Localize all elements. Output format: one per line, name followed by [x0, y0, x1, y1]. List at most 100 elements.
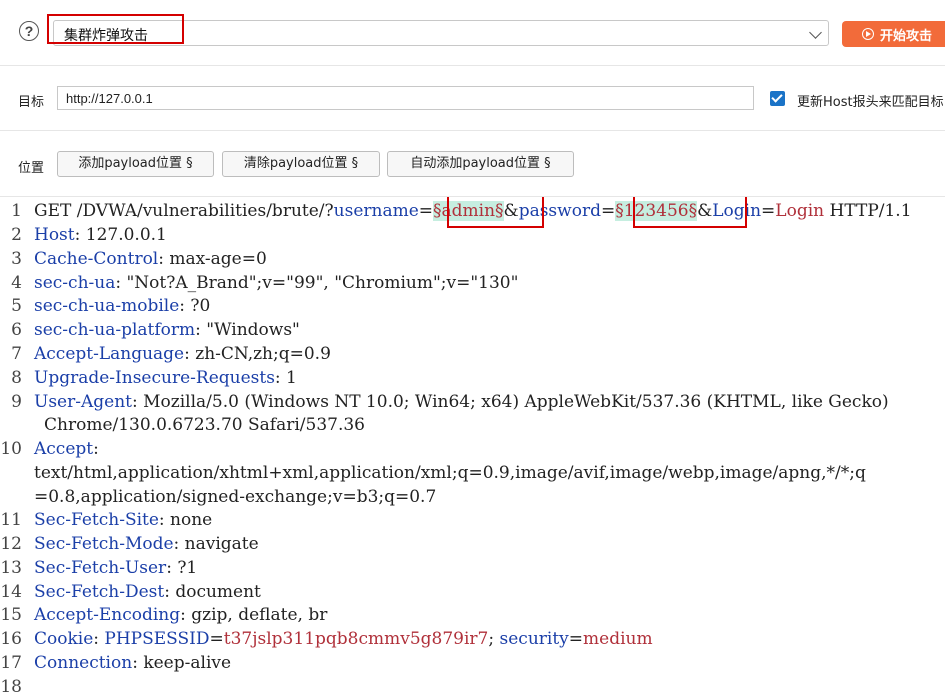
header-value: : document: [164, 582, 261, 602]
header-name: Accept-Encoding: [34, 605, 181, 625]
payload-marker-username[interactable]: §admin§: [433, 201, 504, 221]
http-method: GET: [34, 201, 77, 221]
header-name: Upgrade-Insecure-Requests: [34, 368, 275, 388]
header-value: : max-age=0: [158, 249, 267, 269]
header-line: Cookie: PHPSESSID=t37jslp311pqb8cmmv5g87…: [34, 627, 653, 651]
cookie-name: PHPSESSID: [104, 629, 210, 649]
line-number: 2: [11, 225, 22, 245]
header-value: : keep-alive: [132, 653, 232, 673]
line-number: 8: [11, 368, 22, 388]
update-host-label: 更新Host报头来匹配目标: [797, 95, 944, 110]
cookie-value: t37jslp311pqb8cmmv5g879ir7: [223, 629, 489, 649]
header-line: Accept-Encoding: gzip, deflate, br: [34, 603, 327, 627]
auto-add-payload-position-button[interactable]: 自动添加payload位置 §: [387, 151, 574, 177]
attack-type-value: 集群炸弹攻击: [64, 28, 148, 44]
update-host-checkbox[interactable]: [770, 91, 785, 106]
line-number: 16: [0, 629, 22, 649]
header-name: Sec-Fetch-Site: [34, 510, 159, 530]
header-line: Connection: keep-alive: [34, 651, 231, 675]
start-attack-button[interactable]: 开始攻击: [842, 21, 945, 47]
header-name: Connection: [34, 653, 133, 673]
header-line: sec-ch-ua-mobile: ?0: [34, 294, 210, 318]
request-line: GET /DVWA/vulnerabilities/brute/?usernam…: [34, 199, 912, 223]
header-value: : "Windows": [195, 320, 300, 340]
attack-type-select[interactable]: 集群炸弹攻击: [53, 20, 829, 46]
header-name: Host: [34, 225, 75, 245]
header-colon: :: [93, 439, 99, 459]
equals: =: [568, 629, 584, 649]
line-number: 7: [11, 344, 22, 364]
line-number: 14: [0, 582, 22, 602]
header-line: Sec-Fetch-Site: none: [34, 508, 212, 532]
line-number: 5: [11, 296, 22, 316]
header-line: sec-ch-ua-platform: "Windows": [34, 318, 300, 342]
header-line: Sec-Fetch-Mode: navigate: [34, 532, 259, 556]
header-value: : navigate: [173, 534, 259, 554]
header-name: User-Agent: [34, 392, 132, 412]
target-label: 目标: [18, 95, 45, 110]
target-url-value: http://127.0.0.1: [66, 91, 153, 106]
header-name: sec-ch-ua-mobile: [34, 296, 180, 316]
header-name: Cache-Control: [34, 249, 159, 269]
header-value: : zh-CN,zh;q=0.9: [184, 344, 331, 364]
header-line: Accept-Language: zh-CN,zh;q=0.9: [34, 342, 331, 366]
header-name: Sec-Fetch-User: [34, 558, 167, 578]
cookie-value: medium: [583, 629, 653, 649]
header-continuation: text/html,application/xhtml+xml,applicat…: [34, 463, 866, 483]
header-value: : 1: [274, 368, 297, 388]
http-version: HTTP/1.1: [824, 201, 912, 221]
line-number: 17: [0, 653, 22, 673]
question-icon[interactable]: ?: [19, 21, 39, 41]
equals: =: [600, 201, 616, 221]
positions-label: 位置: [18, 161, 45, 176]
header-line: Sec-Fetch-User: ?1: [34, 556, 197, 580]
header-value: : none: [158, 510, 213, 530]
add-payload-position-button[interactable]: 添加payload位置 §: [57, 151, 214, 177]
header-name: sec-ch-ua: [34, 273, 116, 293]
line-number: 3: [11, 249, 22, 269]
header-value: : ?0: [179, 296, 211, 316]
param-name: password: [518, 201, 601, 221]
payload-marker-password[interactable]: §123456§: [615, 201, 698, 221]
play-icon: [862, 28, 874, 40]
header-colon: :: [93, 629, 105, 649]
header-continuation: Chrome/130.0.6723.70 Safari/537.36: [44, 415, 365, 435]
ampersand: &: [503, 201, 519, 221]
cookie-name: security: [499, 629, 569, 649]
chevron-down-icon: [809, 26, 822, 39]
header-continuation: =0.8,application/signed-exchange;v=b3;q=…: [34, 487, 437, 507]
target-url-input[interactable]: http://127.0.0.1: [57, 86, 754, 110]
line-number: 10: [0, 439, 22, 459]
header-line: User-Agent: Mozilla/5.0 (Windows NT 10.0…: [34, 390, 889, 414]
param-name: Login: [712, 201, 762, 221]
line-number: 13: [0, 558, 22, 578]
clear-payload-position-button[interactable]: 清除payload位置 §: [222, 151, 380, 177]
equals: =: [418, 201, 434, 221]
header-value: : ?1: [166, 558, 198, 578]
equals: =: [209, 629, 224, 649]
line-number: 9: [11, 392, 22, 412]
line-number: 15: [0, 605, 22, 625]
request-editor[interactable]: 1 2 3 4 5 6 7 8 9 10 11 12 13 14 15 16 1…: [0, 196, 945, 698]
divider: [0, 65, 945, 66]
header-name: sec-ch-ua-platform: [34, 320, 196, 340]
header-line: Host: 127.0.0.1: [34, 223, 167, 247]
param-name: username: [333, 201, 419, 221]
header-value: : 127.0.0.1: [74, 225, 167, 245]
header-value: : gzip, deflate, br: [180, 605, 328, 625]
header-line: Sec-Fetch-Dest: document: [34, 580, 261, 604]
ampersand: &: [697, 201, 713, 221]
line-number: 11: [0, 510, 22, 530]
header-line: sec-ch-ua: "Not?A_Brand";v="99", "Chromi…: [34, 271, 518, 295]
param-value: Login: [775, 201, 825, 221]
header-line: Cache-Control: max-age=0: [34, 247, 267, 271]
header-name: Sec-Fetch-Dest: [34, 582, 165, 602]
line-number: 1: [11, 201, 22, 221]
header-value: : Mozilla/5.0 (Windows NT 10.0; Win64; x…: [131, 392, 889, 412]
separator: ;: [488, 629, 500, 649]
line-number: 18: [0, 677, 22, 697]
line-number: 12: [0, 534, 22, 554]
start-attack-label: 开始攻击: [880, 28, 933, 44]
header-name: Accept: [34, 439, 94, 459]
request-path: /DVWA/vulnerabilities/brute/?: [76, 201, 334, 221]
